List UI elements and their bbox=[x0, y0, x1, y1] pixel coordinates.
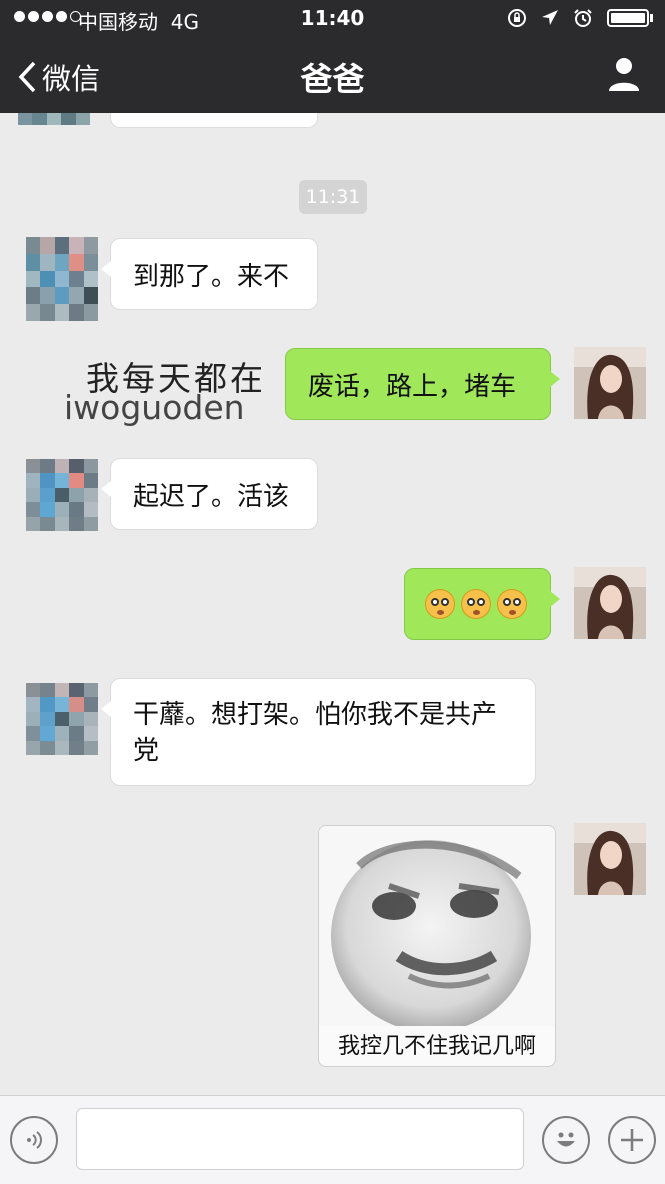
voice-button[interactable] bbox=[10, 1116, 58, 1164]
sticker-caption: 我控几不住我记几啊 bbox=[337, 1034, 536, 1059]
smiley-icon bbox=[557, 1132, 575, 1147]
input-bar bbox=[0, 1095, 665, 1184]
astonished-face-icon bbox=[497, 589, 527, 619]
avatar-dad[interactable] bbox=[26, 237, 98, 321]
message-text: 起迟了。活该 bbox=[133, 482, 290, 512]
avatar-me[interactable] bbox=[574, 823, 646, 895]
message-bubble-partial[interactable] bbox=[110, 113, 318, 128]
location-arrow-icon bbox=[542, 10, 558, 25]
avatar-dad[interactable] bbox=[26, 683, 98, 755]
message-input[interactable] bbox=[76, 1108, 524, 1170]
chat-title: 爸爸 bbox=[300, 60, 365, 98]
avatar-me[interactable] bbox=[574, 567, 646, 639]
status-icons bbox=[507, 8, 653, 28]
voice-icon bbox=[27, 1131, 42, 1149]
message-text: 干蘼。想打架。怕你我不是共产党 bbox=[133, 700, 498, 766]
watermark: 我每天都在 iwoguoden bbox=[22, 352, 292, 432]
top-bar: 中国移动 4G 11:40 微信 爸爸 bbox=[0, 0, 665, 113]
watermark-line2: iwoguoden bbox=[64, 388, 245, 427]
message-bubble-out[interactable] bbox=[404, 568, 560, 640]
emoji-button[interactable] bbox=[542, 1116, 590, 1164]
message-bubble-in[interactable]: 干蘼。想打架。怕你我不是共产党 bbox=[101, 678, 536, 786]
profile-button[interactable] bbox=[607, 56, 641, 96]
message-bubble-in[interactable]: 起迟了。活该 bbox=[101, 458, 318, 530]
avatar-me[interactable] bbox=[574, 347, 646, 419]
message-bubble-out[interactable]: 废话，路上，堵车 bbox=[285, 348, 560, 420]
battery-icon bbox=[607, 9, 653, 27]
more-button[interactable] bbox=[608, 1116, 656, 1164]
person-icon bbox=[609, 58, 639, 91]
plus-icon bbox=[621, 1129, 643, 1151]
chat-area[interactable]: 11:31 到那了。来不 我每天都在 iwoguoden 废话，路上，堵车 起迟… bbox=[0, 113, 665, 1095]
avatar-dad[interactable] bbox=[18, 113, 90, 125]
astonished-face-icon bbox=[461, 589, 491, 619]
sticker-image[interactable]: 我控几不住我记几啊 bbox=[318, 825, 556, 1067]
emoji-row bbox=[405, 569, 550, 639]
lock-rotation-icon bbox=[508, 9, 526, 27]
message-text: 废话，路上，堵车 bbox=[308, 372, 517, 402]
alarm-icon bbox=[574, 9, 592, 27]
astonished-face-icon bbox=[425, 589, 455, 619]
message-timestamp: 11:31 bbox=[299, 180, 367, 214]
status-bar: 中国移动 4G 11:40 bbox=[0, 0, 665, 38]
message-text: 到那了。来不 bbox=[133, 262, 290, 292]
avatar-dad[interactable] bbox=[26, 459, 98, 531]
message-bubble-in[interactable]: 到那了。来不 bbox=[101, 238, 318, 310]
nav-bar: 微信 爸爸 bbox=[0, 38, 665, 113]
sticker-face-illustration bbox=[319, 826, 555, 1032]
